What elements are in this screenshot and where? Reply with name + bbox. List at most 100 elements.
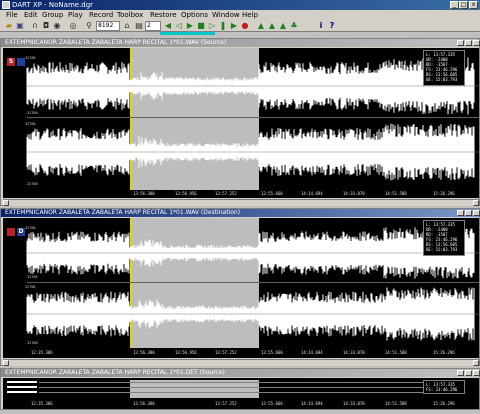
scroll-right-arrow[interactable] [473, 200, 479, 206]
open-folder-icon[interactable]: ▰ [4, 21, 14, 31]
scroll-left-arrow[interactable] [3, 200, 9, 206]
time-tick: 15:26.296 [433, 401, 455, 406]
info-line: FS: 23:46.296 [426, 387, 458, 392]
window-title: DART XP - NoName.dgr [12, 1, 94, 9]
det-track [39, 387, 423, 388]
source-panel: EXTEMPNICANOR ZABALETA ZABALETA HARP REC… [0, 38, 480, 206]
source-panel-title: EXTEMPNICANOR ZABALETA ZABALETA HARP REC… [1, 39, 479, 47]
record-deck-icon[interactable]: ◎ [68, 21, 78, 31]
speaker-icon[interactable]: ◉ [52, 21, 62, 31]
channel-icon[interactable]: ▤ [134, 21, 144, 31]
panel-minimize-button[interactable] [457, 40, 464, 46]
time-tick: 14:14.694 [301, 401, 323, 406]
time-tick: 13:57.252 [215, 191, 237, 196]
time-tick: 13:57.252 [215, 401, 237, 406]
step-icon[interactable]: ⌂ [122, 21, 132, 31]
play-icon[interactable]: ▶ [185, 21, 195, 31]
det-panel: EXTEMPNICANOR ZABALETA ZABALETA HARP REC… [0, 368, 480, 410]
prev-icon[interactable]: ◁ [174, 21, 184, 31]
next-icon[interactable]: ▷ [207, 21, 217, 31]
pause-icon[interactable]: ❚ [218, 21, 228, 31]
save-icon[interactable]: ▣ [15, 21, 25, 31]
det-track-line [7, 386, 37, 388]
waveform-trace [26, 57, 479, 115]
menu-help[interactable]: Help [242, 10, 258, 20]
destination-panel-title: EXTEMPNICANOR ZABALETA ZABALETA HARP REC… [1, 209, 479, 217]
time-tick: 13:55.660 [261, 191, 283, 196]
time-tick: 13:56.380 [133, 401, 155, 406]
channel-spinbox[interactable]: 2 [145, 21, 161, 31]
det-info-box: L: 13:57.335 FS: 23:46.296 [423, 380, 465, 394]
maximize-button[interactable]: □ [459, 1, 468, 9]
stop-icon[interactable]: ■ [196, 21, 206, 31]
app-icon[interactable] [2, 1, 10, 9]
destination-panel: EXTEMPNICANOR ZABALETA ZABALETA HARP REC… [0, 208, 480, 366]
time-tick: 14:14.694 [301, 350, 323, 355]
scroll-left-arrow[interactable] [3, 360, 9, 366]
time-tick: 13:56.380 [133, 350, 155, 355]
time-tick: 14:51.588 [385, 191, 407, 196]
region-icon[interactable]: ▲ [267, 21, 277, 31]
time-tick: 15:26.296 [433, 191, 455, 196]
det-track [39, 382, 423, 383]
record-icon[interactable]: ● [240, 21, 250, 31]
menu-group[interactable]: Group [42, 10, 63, 20]
close-button[interactable]: x [469, 1, 478, 9]
info-line: OE: 15:03.793 [426, 247, 458, 252]
fast-forward-icon[interactable]: ▶ [229, 21, 239, 31]
time-tick: 13:56.956 [175, 191, 197, 196]
panel-maximize-button[interactable] [465, 370, 472, 376]
menu-window[interactable]: Window [212, 10, 240, 20]
det-track [39, 392, 423, 393]
time-tick: 14:14.694 [301, 191, 323, 196]
panel-maximize-button[interactable] [465, 40, 472, 46]
scroll-right-arrow[interactable] [473, 360, 479, 366]
panel-minimize-button[interactable] [457, 210, 464, 216]
info-icon[interactable]: i [316, 21, 326, 31]
menu-record[interactable]: Record [89, 10, 113, 20]
menu-options[interactable]: Options [181, 10, 208, 20]
menu-restore[interactable]: Restore [150, 10, 177, 20]
minimize-button[interactable]: _ [450, 1, 459, 9]
tree-icon[interactable]: ♣ [289, 21, 299, 31]
destination-scrollbar[interactable] [3, 359, 479, 366]
det-panel-title: EXTEMPNICANOR ZABALETA ZABALETA HARP REC… [1, 369, 479, 377]
det-track-line [7, 381, 37, 383]
rewind-icon[interactable]: ◀ [163, 21, 173, 31]
menu-play[interactable]: Play [68, 10, 83, 20]
panel-close-button[interactable] [473, 210, 480, 216]
help-icon[interactable]: ? [327, 21, 337, 31]
menu-edit[interactable]: Edit [24, 10, 38, 20]
destination-waveform-view[interactable]: D 32768 -32768 32768 -32768 L: 13:57.335… [3, 218, 479, 358]
time-tick: 15:26.296 [433, 350, 455, 355]
det-track-line [7, 391, 37, 393]
title-bar: DART XP - NoName.dgr _ □ x [0, 0, 480, 10]
cut-icon[interactable]: ▲ [278, 21, 288, 31]
headphones-icon[interactable]: ∩ [30, 21, 40, 31]
det-view[interactable]: L: 13:57.335 FS: 23:46.296 12:35.386 13:… [3, 378, 479, 409]
panel-minimize-button[interactable] [457, 370, 464, 376]
monitor-icon[interactable]: ◘ [41, 21, 51, 31]
source-channel-right [3, 120, 479, 184]
time-tick: 13:57.252 [215, 350, 237, 355]
time-tick: 14:33.070 [343, 350, 365, 355]
channel-divider [27, 282, 479, 283]
zoom-icon[interactable]: ⚲ [84, 21, 94, 31]
source-waveform-view[interactable]: S 32768 -32768 32768 -32768 L: 13:57.335… [3, 48, 479, 198]
transport-indicator [160, 32, 215, 35]
panel-maximize-button[interactable] [465, 210, 472, 216]
zoom-spinbox[interactable]: 8192 [96, 21, 120, 31]
time-tick: 13:56.380 [133, 191, 155, 196]
marker-icon[interactable]: ▲ [256, 21, 266, 31]
panel-close-button[interactable] [473, 40, 480, 46]
menu-file[interactable]: File [6, 10, 18, 20]
source-scrollbar[interactable] [3, 199, 479, 206]
dest-channel-right [3, 284, 479, 344]
waveform-trace [26, 227, 479, 279]
menu-bar: File Edit Group Play Record Toolbox Rest… [0, 10, 480, 20]
menu-toolbox[interactable]: Toolbox [117, 10, 143, 20]
time-tick: 12:35.386 [31, 401, 53, 406]
channel-divider [27, 117, 479, 118]
panel-close-button[interactable] [473, 370, 480, 376]
waveform-trace [26, 123, 479, 181]
